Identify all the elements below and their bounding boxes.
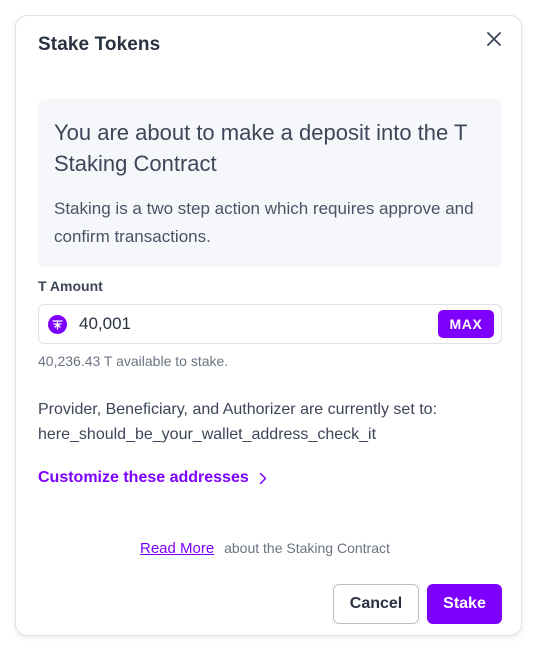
info-text: Staking is a two step action which requi… <box>54 199 474 246</box>
close-icon <box>487 32 501 46</box>
stake-button[interactable]: Stake <box>427 584 502 624</box>
wallet-address: here_should_be_your_wallet_address_check… <box>38 426 377 443</box>
customize-addresses-link[interactable]: Customize these addresses <box>38 469 267 487</box>
read-more-suffix: about the Staking Contract <box>224 540 390 556</box>
customize-addresses-label: Customize these addresses <box>38 469 249 486</box>
read-more-row: Read More about the Staking Contract <box>140 540 390 557</box>
t-token-icon <box>48 315 67 334</box>
available-balance: 40,236.43 T available to stake. <box>38 353 229 369</box>
cancel-button[interactable]: Cancel <box>333 584 419 624</box>
info-heading: You are about to make a deposit into the… <box>54 120 468 176</box>
modal-title: Stake Tokens <box>38 34 161 55</box>
max-button[interactable]: MAX <box>438 310 494 338</box>
close-button[interactable] <box>483 28 505 50</box>
amount-label: T Amount <box>38 278 103 294</box>
read-more-link[interactable]: Read More <box>140 540 214 557</box>
stake-tokens-modal: Stake Tokens You are about to make a dep… <box>15 15 522 636</box>
info-box: You are about to make a deposit into the… <box>38 99 502 267</box>
amount-field: MAX <box>38 304 502 344</box>
addresses-text: Provider, Beneficiary, and Authorizer ar… <box>38 397 508 447</box>
amount-input[interactable] <box>79 309 419 339</box>
addresses-text-line1: Provider, Beneficiary, and Authorizer ar… <box>38 401 438 418</box>
chevron-right-icon <box>259 472 267 485</box>
